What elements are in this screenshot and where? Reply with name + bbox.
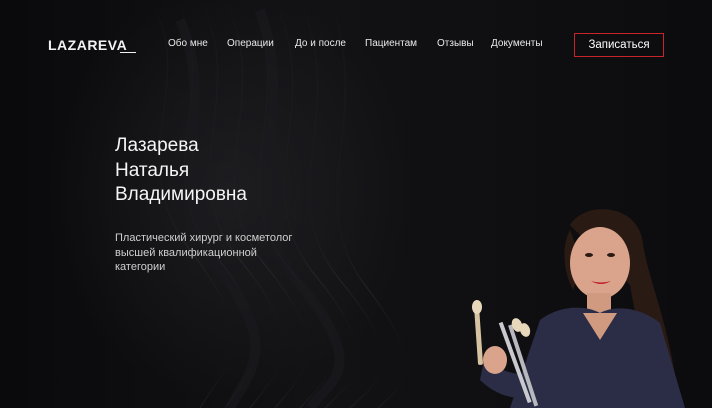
doctor-portrait-image [472, 209, 685, 408]
hero-subtitle: Пластический хирург и косметолог высшей … [115, 231, 345, 275]
nav-item-documents[interactable]: Документы [491, 38, 543, 49]
hero-title-line-name: Наталья [115, 159, 190, 181]
nav-item-operations[interactable]: Операции [227, 38, 274, 49]
logo[interactable]: LAZAREVA [48, 37, 127, 53]
nav-item-before-after[interactable]: До и после [295, 38, 346, 49]
hero-section: LAZAREVA Обо мне Операции До и после Пац… [0, 0, 712, 408]
logo-underline [120, 52, 136, 53]
site-header: LAZAREVA Обо мне Операции До и после Пац… [0, 0, 712, 90]
signup-button[interactable]: Записаться [574, 33, 664, 57]
hero-title-line-patronymic: Владимировна [115, 184, 247, 205]
nav-item-about[interactable]: Обо мне [168, 38, 208, 49]
nav-item-patients[interactable]: Пациентам [365, 38, 417, 49]
hero-subtitle-line: высшей квалификационной [115, 246, 257, 259]
hero-title-line-surname: Лазарева [115, 135, 199, 156]
hero-subtitle-line: Пластический хирург и косметолог [115, 232, 293, 244]
nav-item-reviews[interactable]: Отзывы [437, 38, 474, 49]
hero-title: Лазарева Наталья Владимировна [115, 134, 247, 208]
hero-subtitle-line: категории [115, 261, 166, 273]
